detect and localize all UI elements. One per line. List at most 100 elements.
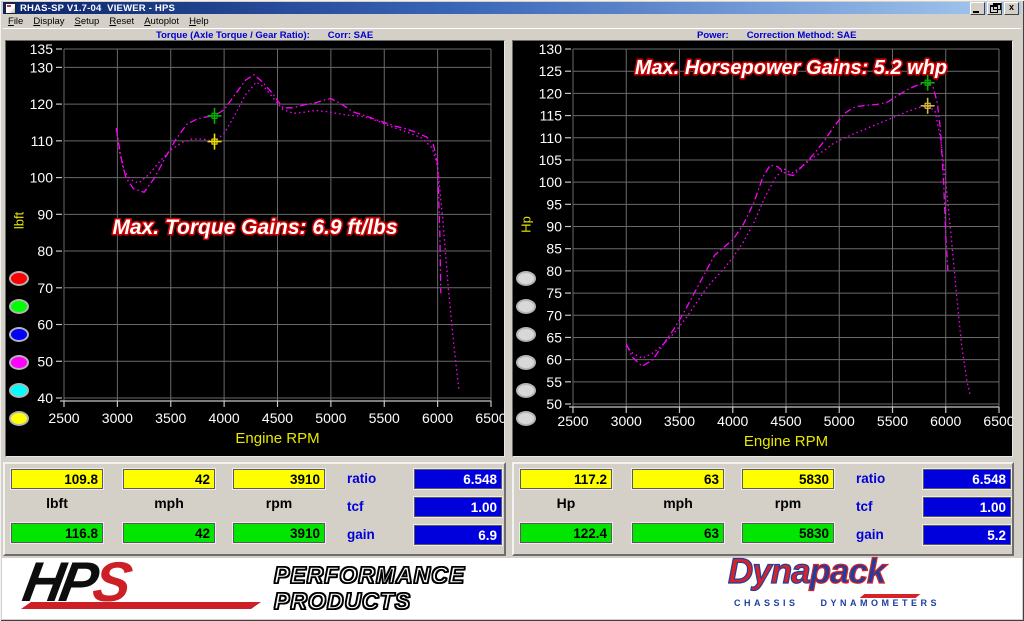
title-bar[interactable]: RHAS-SP V1.7-04 VIEWER - HPS x [3,2,1021,14]
curve-color-button-torque-3[interactable] [9,327,29,342]
app-window: RHAS-SP V1.7-04 VIEWER - HPS x FileDispl… [0,0,1024,621]
power-gain-field-value: 5.2 [923,525,1011,545]
power-unit-label-mph: mph [631,495,725,511]
svg-text:6000: 6000 [422,410,453,426]
torque-modified-mph-field-value: 42 [123,523,215,543]
power-readout-panel: 117.2635830Hpmphrpm122.4635830ratiotcfga… [512,462,1014,556]
power-chart-plot[interactable]: 1301251201151101051009590858075706560555… [513,41,1012,456]
power-modified-hp-field-value: 122.4 [520,523,612,543]
svg-text:4500: 4500 [770,413,801,429]
torque-readout-panel: 109.8423910lbftmphrpm116.8423910ratiotcf… [3,462,506,556]
svg-text:5500: 5500 [877,413,908,429]
power-baseline-mph-field: 63 [631,468,725,490]
hps-performance-line: PERFORMANCE [274,562,465,588]
torque-chart-plot[interactable]: 1351301201101009080706050402500300035004… [6,41,504,456]
restore-button[interactable] [987,2,1002,15]
hps-logo-swoosh [21,602,261,609]
svg-text:75: 75 [546,285,562,301]
menu-item-display[interactable]: Display [28,16,69,27]
menu-item-setup[interactable]: Setup [70,16,105,27]
torque-baseline-rpm-field: 3910 [232,468,326,490]
torque-modified-lbft-field-value: 116.8 [11,523,103,543]
power-tcf-label: tcf [856,499,873,514]
svg-text:120: 120 [30,96,54,112]
close-button[interactable]: x [1004,2,1019,15]
svg-text:4000: 4000 [717,413,748,429]
svg-text:65: 65 [546,329,562,345]
torque-baseline-lbft-field: 109.8 [10,468,104,490]
curve-color-button-torque-4[interactable] [9,355,29,370]
cursor-marker-baseline[interactable] [208,134,222,150]
torque-ratio-label: ratio [347,471,376,486]
svg-text:5000: 5000 [315,410,346,426]
svg-text:6500: 6500 [475,410,504,426]
dynapack-chassis-text: CHASSIS [734,598,799,608]
menu-bar: FileDisplaySetupResetAutoplotHelp [3,15,1021,28]
menu-item-help[interactable]: Help [184,16,214,27]
curve-color-button-power-6[interactable] [516,411,536,426]
power-unit-label-rpm: rpm [741,495,835,511]
curve-color-button-power-3[interactable] [516,327,536,342]
power-curve-modified [626,83,948,367]
power-modified-hp-field: 122.4 [519,522,613,544]
dynapack-dynamometers-text: DYNAMOMETERS [821,598,941,608]
curve-color-button-torque-2[interactable] [9,299,29,314]
power-curve-baseline [626,106,970,395]
power-modified-mph-field-value: 63 [632,523,724,543]
power-tcf-field-value: 1.00 [923,497,1011,517]
grid-lines [573,49,999,407]
svg-text:40: 40 [37,390,53,406]
menu-item-reset[interactable]: Reset [104,16,139,27]
torque-gain-field: 6.9 [413,524,503,546]
minimize-icon [973,11,979,13]
torque-ratio-field: 6.548 [413,468,503,490]
svg-text:90: 90 [546,219,562,235]
svg-text:Engine RPM: Engine RPM [235,430,319,447]
torque-tcf-label: tcf [347,499,364,514]
curve-color-button-power-5[interactable] [516,383,536,398]
hps-products-line: PRODUCTS [274,588,465,614]
torque-unit-label-mph: mph [122,495,216,511]
window-controls: x [970,2,1019,15]
svg-text:Engine RPM: Engine RPM [744,433,828,450]
cursor-marker-modified[interactable] [208,108,222,124]
curve-color-button-power-1[interactable] [516,271,536,286]
menu-item-file[interactable]: File [3,16,28,27]
torque-gains-annotation: Max. Torque Gains: 6.9 ft/lbs [112,216,397,239]
svg-text:85: 85 [546,241,562,257]
svg-text:3500: 3500 [155,410,186,426]
power-baseline-rpm-field-value: 5830 [742,469,834,489]
svg-text:100: 100 [539,174,563,190]
svg-text:80: 80 [546,263,562,279]
svg-text:50: 50 [546,396,562,412]
minimize-button[interactable] [970,2,985,15]
torque-ratio-field-value: 6.548 [414,469,502,489]
power-tcf-field: 1.00 [922,496,1012,518]
torque-modified-rpm-field-value: 3910 [233,523,325,543]
axes [565,49,999,413]
svg-text:5000: 5000 [824,413,855,429]
close-icon: x [1005,2,1018,13]
torque-gain-field-value: 6.9 [414,525,502,545]
curve-color-button-power-2[interactable] [516,299,536,314]
power-ratio-field-value: 6.548 [923,469,1011,489]
curve-color-button-torque-6[interactable] [9,411,29,426]
curve-color-button-torque-1[interactable] [9,271,29,286]
svg-text:2500: 2500 [557,413,588,429]
power-ratio-field: 6.548 [922,468,1012,490]
power-baseline-hp-field-value: 117.2 [520,469,612,489]
svg-text:3000: 3000 [102,410,133,426]
svg-text:4000: 4000 [209,410,240,426]
curve-color-button-power-4[interactable] [516,355,536,370]
svg-text:50: 50 [37,353,53,369]
svg-text:70: 70 [546,307,562,323]
svg-text:110: 110 [540,130,563,146]
power-modified-mph-field: 63 [631,522,725,544]
cursor-marker-baseline[interactable] [921,98,935,114]
svg-text:100: 100 [30,170,54,186]
curve-color-button-torque-5[interactable] [9,383,29,398]
svg-text:110: 110 [31,133,54,149]
power-gain-label: gain [856,527,884,542]
menu-item-autoplot[interactable]: Autoplot [139,16,184,27]
svg-text:70: 70 [37,280,53,296]
